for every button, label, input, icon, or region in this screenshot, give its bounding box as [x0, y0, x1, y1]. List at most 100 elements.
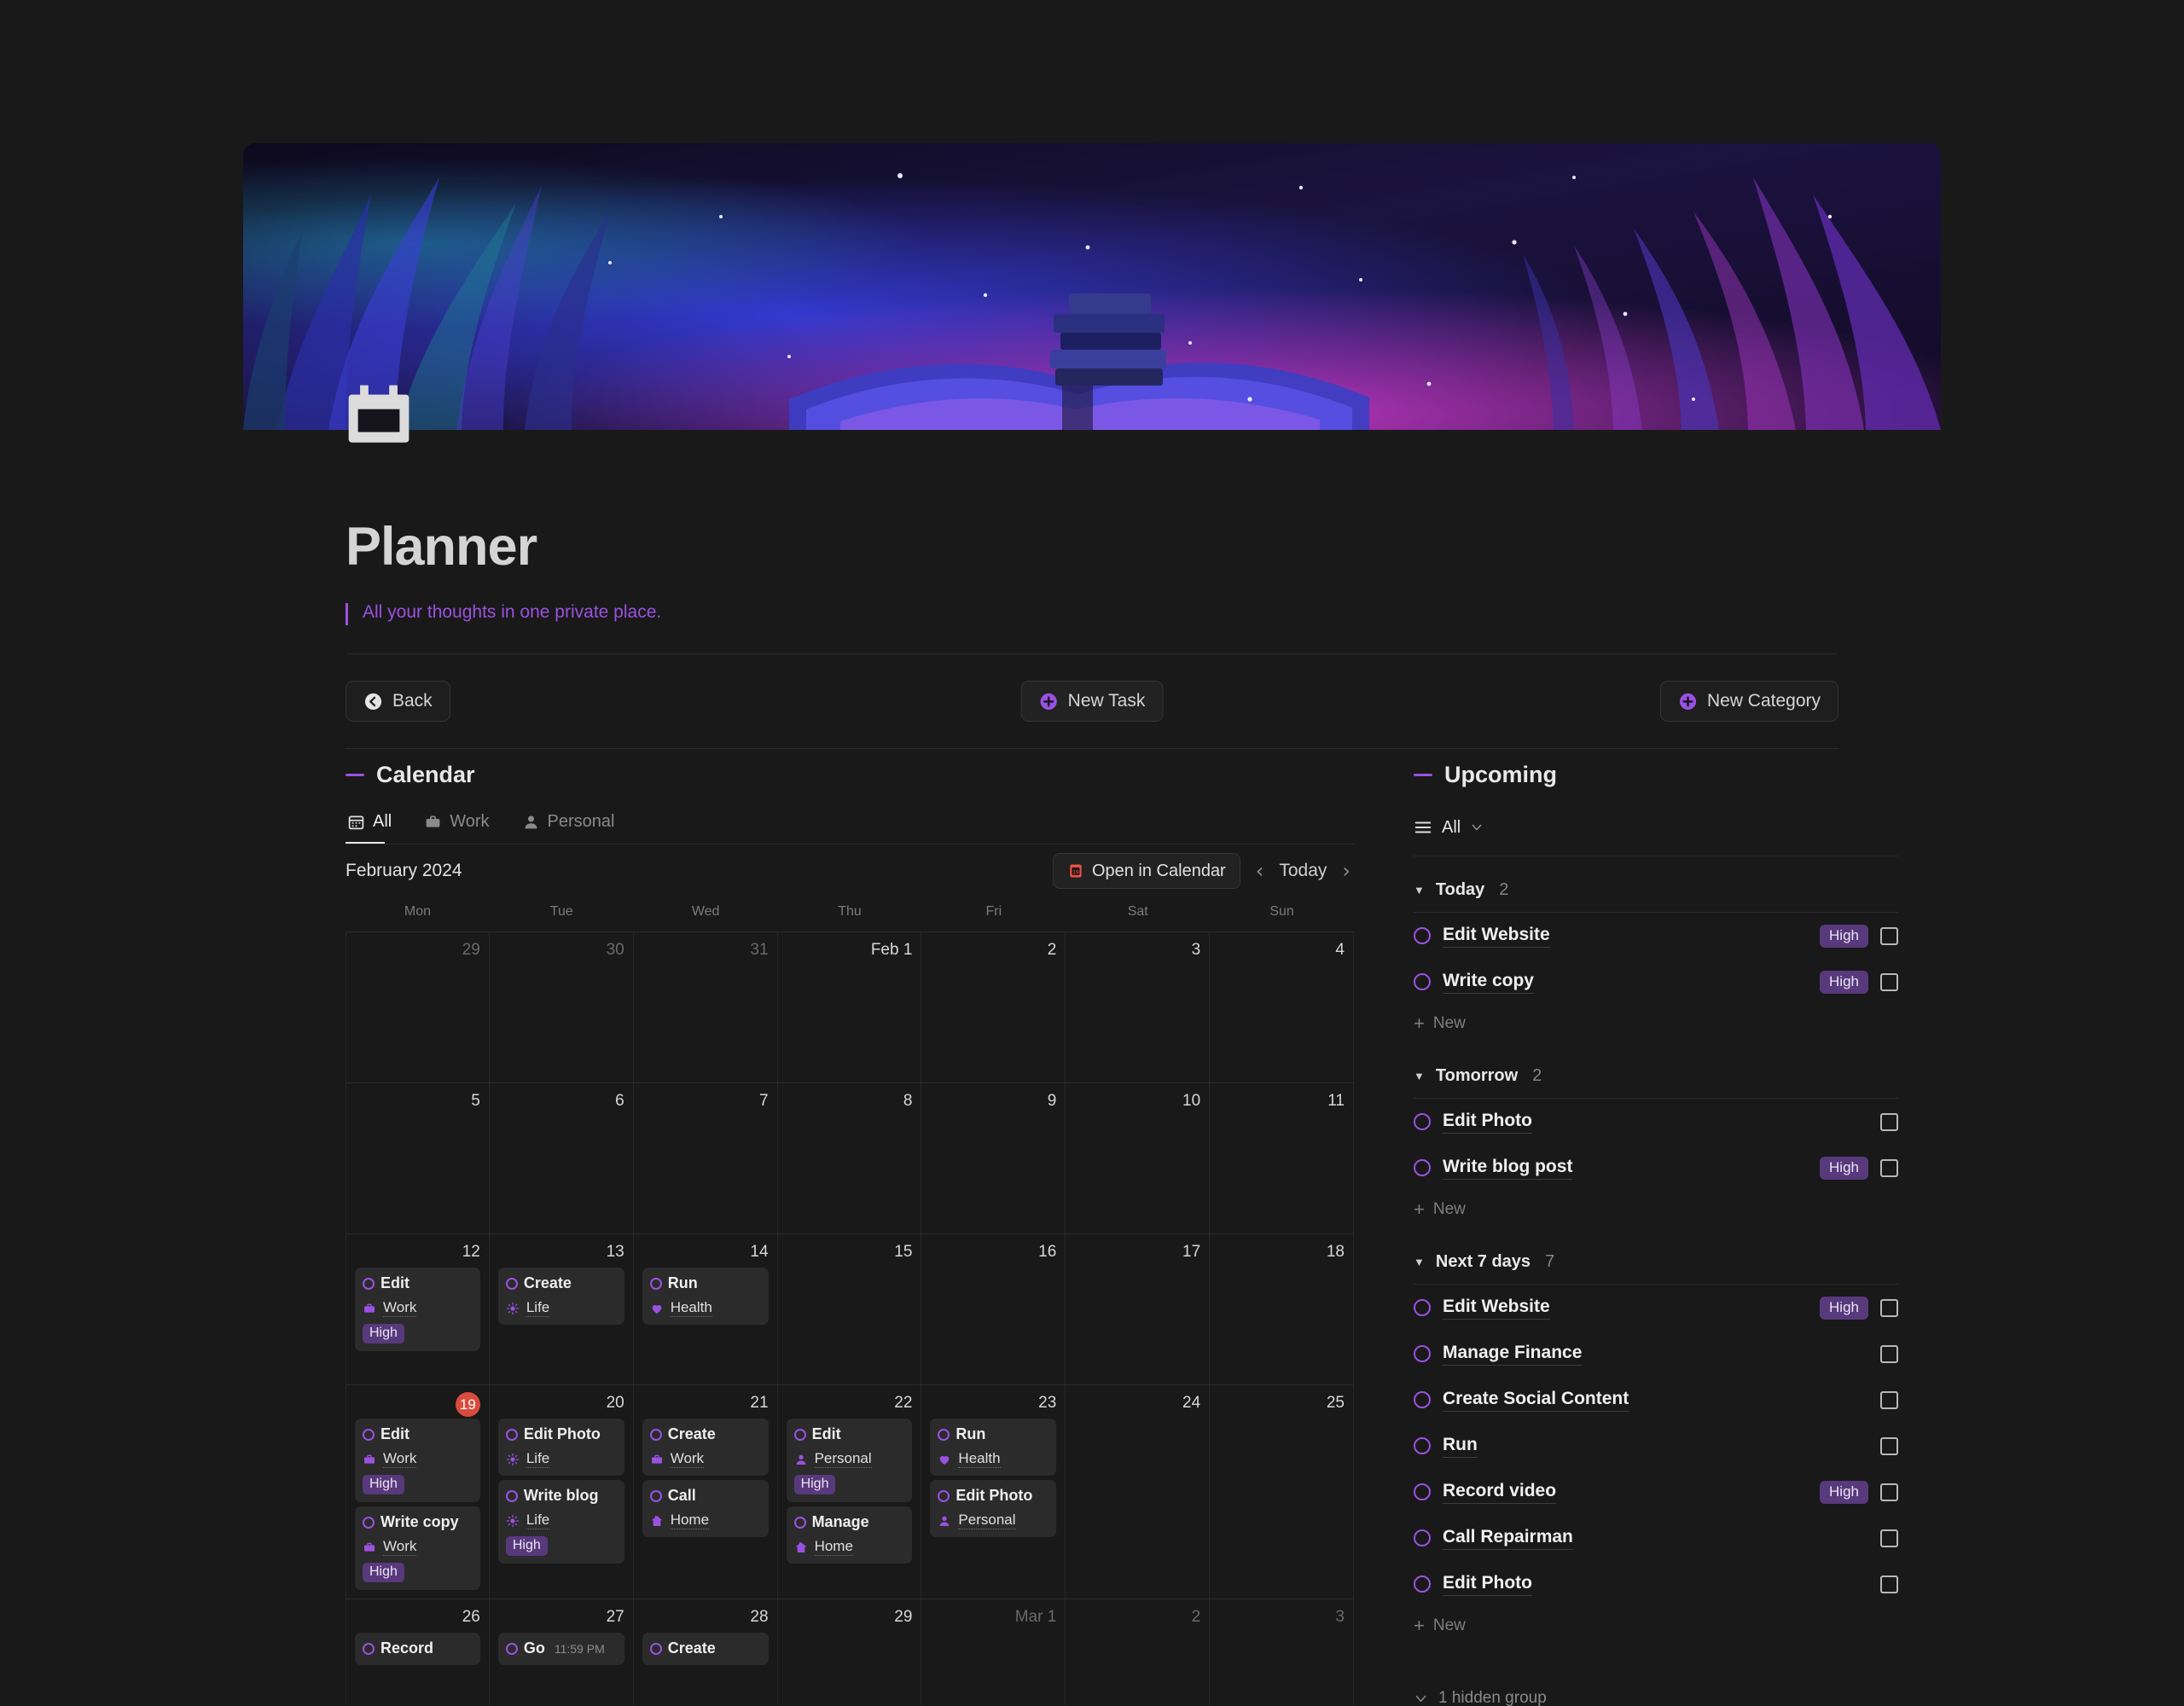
upcoming-task-row[interactable]: Run [1414, 1423, 1898, 1469]
calendar-day-cell[interactable]: Feb 1 [778, 932, 922, 1082]
calendar-event-card[interactable]: Call Home [642, 1480, 769, 1537]
calendar-event-card[interactable]: Edit Photo Life [497, 1419, 624, 1476]
calendar-day-cell[interactable]: 25 [1210, 1385, 1354, 1599]
calendar-event-card[interactable]: Write blog Life High [497, 1480, 624, 1564]
calendar-day-cell[interactable]: 31 [634, 932, 778, 1082]
task-checkbox[interactable] [1880, 1529, 1898, 1547]
today-button[interactable]: Today [1279, 861, 1327, 881]
calendar-day-cell[interactable]: 17 [1066, 1234, 1211, 1384]
upcoming-task-row[interactable]: Edit Photo [1414, 1099, 1898, 1145]
status-circle-icon[interactable] [938, 1489, 950, 1502]
upcoming-task-row[interactable]: Edit Photo [1414, 1561, 1898, 1607]
calendar-event-card[interactable]: Create Life [497, 1268, 624, 1325]
calendar-day-cell[interactable]: 20 Edit Photo Life Write blog Life High [490, 1385, 634, 1599]
calendar-day-cell[interactable]: 4 [1210, 932, 1354, 1082]
status-circle-icon[interactable] [1414, 1391, 1431, 1408]
calendar-event-card[interactable]: Record [355, 1633, 480, 1665]
calendar-day-cell[interactable]: 30 [490, 932, 634, 1082]
calendar-event-card[interactable]: Run Health [642, 1268, 769, 1325]
calendar-day-cell[interactable]: 2 [921, 932, 1066, 1082]
group-header[interactable]: ▼ Next 7 days 7 [1414, 1252, 1898, 1285]
group-header[interactable]: ▼ Today 2 [1414, 880, 1898, 913]
event-category[interactable]: Life [506, 1450, 617, 1468]
task-checkbox[interactable] [1880, 1575, 1898, 1593]
calendar-day-cell[interactable]: 11 [1210, 1083, 1354, 1233]
event-category[interactable]: Work [363, 1538, 473, 1556]
calendar-event-card[interactable]: Create [642, 1633, 769, 1665]
status-circle-icon[interactable] [505, 1428, 518, 1441]
calendar-day-cell[interactable]: 3 [1066, 932, 1211, 1082]
calendar-event-card[interactable]: Create Work [642, 1419, 769, 1476]
open-in-calendar-button[interactable]: 19 Open in Calendar [1052, 853, 1240, 889]
task-title[interactable]: Call Repairman [1443, 1527, 1573, 1550]
event-category[interactable]: Personal [794, 1450, 905, 1468]
status-circle-icon[interactable] [1414, 1299, 1431, 1316]
calendar-event-card[interactable]: Go 11:59 PM [497, 1633, 624, 1665]
event-category[interactable]: Home [794, 1538, 905, 1556]
status-circle-icon[interactable] [505, 1277, 518, 1290]
calendar-day-cell[interactable]: 3 [1210, 1599, 1354, 1706]
calendar-day-cell[interactable]: 2 [1066, 1599, 1211, 1706]
calendar-day-cell[interactable]: 19 Edit Work High Write copy Work High [346, 1385, 490, 1599]
status-circle-icon[interactable] [649, 1277, 662, 1290]
status-circle-icon[interactable] [363, 1277, 375, 1290]
calendar-day-cell[interactable]: 18 [1210, 1234, 1354, 1384]
status-circle-icon[interactable] [1414, 1345, 1431, 1362]
calendar-event-card[interactable]: Write copy Work High [355, 1506, 480, 1590]
status-circle-icon[interactable] [1414, 1113, 1431, 1130]
status-circle-icon[interactable] [938, 1428, 950, 1441]
status-circle-icon[interactable] [505, 1642, 518, 1655]
add-new-task-row[interactable]: + New [1414, 1005, 1898, 1042]
event-category[interactable]: Health [650, 1299, 761, 1317]
calendar-day-cell[interactable]: 27 Go 11:59 PM [490, 1599, 634, 1706]
calendar-day-cell[interactable]: 29 [346, 932, 490, 1082]
page-cover-banner[interactable] [243, 143, 1941, 430]
task-title[interactable]: Manage Finance [1443, 1343, 1583, 1366]
new-category-button[interactable]: New Category [1659, 681, 1838, 722]
event-category[interactable]: Work [363, 1450, 473, 1468]
event-category[interactable]: Life [506, 1299, 617, 1317]
task-checkbox[interactable] [1880, 1483, 1898, 1501]
status-circle-icon[interactable] [363, 1516, 375, 1529]
status-circle-icon[interactable] [1414, 973, 1431, 990]
task-title[interactable]: Record video [1443, 1481, 1557, 1504]
calendar-day-cell[interactable]: 26 Record [346, 1599, 490, 1706]
task-checkbox[interactable] [1880, 1390, 1898, 1409]
status-circle-icon[interactable] [1414, 1483, 1431, 1500]
task-checkbox[interactable] [1880, 1436, 1898, 1455]
calendar-day-cell[interactable]: 7 [634, 1083, 778, 1233]
upcoming-task-row[interactable]: Write blog post High [1414, 1145, 1898, 1191]
upcoming-task-row[interactable]: Edit Website High [1414, 913, 1898, 959]
add-new-task-row[interactable]: + New [1414, 1607, 1898, 1645]
calendar-day-cell[interactable]: 28 Create [634, 1599, 778, 1706]
calendar-day-cell[interactable]: 9 [921, 1083, 1066, 1233]
new-task-button[interactable]: New Task [1020, 681, 1164, 722]
task-checkbox[interactable] [1880, 1112, 1898, 1131]
task-title[interactable]: Run [1443, 1435, 1478, 1458]
calendar-tab-all[interactable]: All [346, 812, 404, 844]
event-category[interactable]: Life [506, 1512, 617, 1529]
task-title[interactable]: Write blog post [1443, 1157, 1573, 1180]
upcoming-task-row[interactable]: Manage Finance [1414, 1331, 1898, 1377]
status-circle-icon[interactable] [1414, 1159, 1431, 1176]
calendar-event-card[interactable]: Run Health [930, 1419, 1057, 1476]
task-checkbox[interactable] [1880, 926, 1898, 945]
status-circle-icon[interactable] [649, 1489, 662, 1502]
calendar-day-cell[interactable]: 15 [778, 1234, 922, 1384]
upcoming-task-row[interactable]: Write copy High [1414, 959, 1898, 1005]
upcoming-task-row[interactable]: Record video High [1414, 1469, 1898, 1515]
task-title[interactable]: Edit Photo [1443, 1111, 1532, 1134]
calendar-day-cell[interactable]: 21 Create Work Call Home [634, 1385, 778, 1599]
upcoming-task-row[interactable]: Call Repairman [1414, 1515, 1898, 1561]
status-circle-icon[interactable] [1414, 1529, 1431, 1546]
status-circle-icon[interactable] [1414, 1437, 1431, 1454]
task-checkbox[interactable] [1880, 972, 1898, 991]
calendar-event-card[interactable]: Manage Home [786, 1506, 913, 1564]
task-checkbox[interactable] [1880, 1298, 1898, 1317]
calendar-day-cell[interactable]: 12 Edit Work High [346, 1234, 490, 1384]
event-category[interactable]: Home [650, 1512, 761, 1529]
page-icon[interactable] [346, 382, 412, 449]
group-header[interactable]: ▼ Tomorrow 2 [1414, 1066, 1898, 1099]
status-circle-icon[interactable] [649, 1642, 662, 1655]
hidden-group-toggle[interactable]: 1 hidden group [1414, 1689, 1898, 1706]
